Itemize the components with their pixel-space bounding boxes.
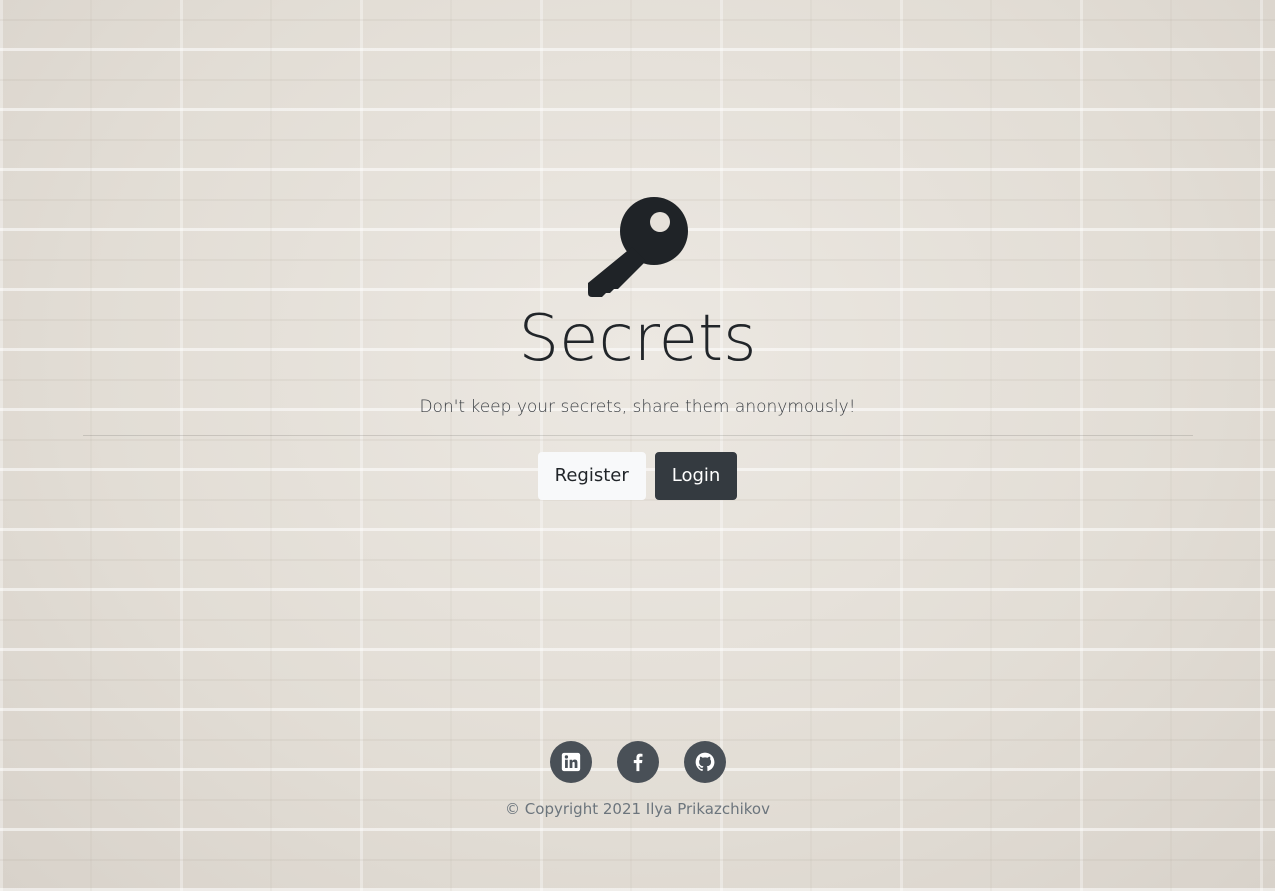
social-links [0, 741, 1275, 783]
github-link[interactable] [683, 741, 726, 783]
page-title: Secrets [518, 302, 757, 376]
register-button[interactable]: Register [537, 452, 646, 500]
page-tagline: Don't keep your secrets, share them anon… [419, 397, 856, 417]
facebook-link[interactable] [616, 741, 659, 783]
copyright-text: © Copyright 2021 Ilya Prikazchikov [505, 800, 770, 818]
linkedin-icon [561, 752, 580, 772]
github-icon [695, 752, 714, 772]
hero-section: Secrets Don't keep your secrets, share t… [0, 195, 1275, 500]
auth-buttons: Register Login [0, 452, 1275, 500]
divider [82, 435, 1193, 436]
key-icon [587, 197, 688, 297]
facebook-icon [633, 753, 642, 772]
footer: © Copyright 2021 Ilya Prikazchikov [0, 741, 1275, 818]
linkedin-link[interactable] [549, 741, 592, 783]
login-button[interactable]: Login [654, 452, 738, 500]
